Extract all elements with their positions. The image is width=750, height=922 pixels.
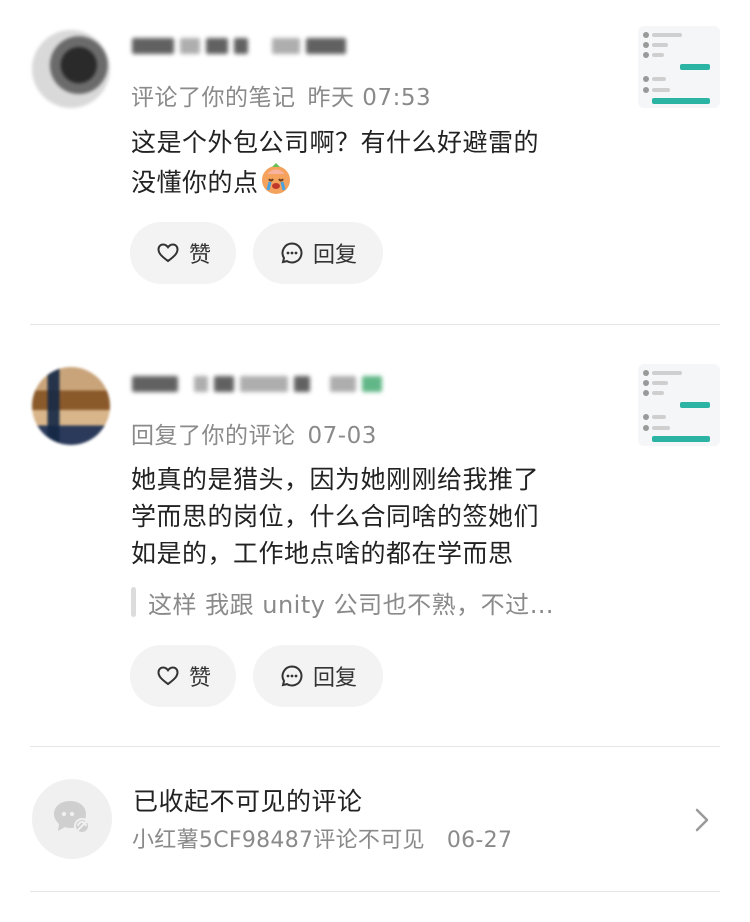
chat-bubble-icon xyxy=(279,240,305,266)
username-blurred[interactable] xyxy=(132,374,382,394)
like-button[interactable]: 赞 xyxy=(130,222,236,284)
hidden-comments-desc: 小红薯5CF98487评论不可见 xyxy=(132,828,425,853)
comment-line: 学而思的岗位，什么合同啥的签她们 xyxy=(131,502,540,531)
hidden-comments-row[interactable] xyxy=(0,747,750,892)
hidden-comment-avatar xyxy=(32,779,112,859)
avatar[interactable] xyxy=(32,367,110,445)
like-label: 赞 xyxy=(188,243,211,268)
comment-line: 没懂你的点 xyxy=(131,168,259,197)
chevron-right-icon[interactable] xyxy=(690,805,714,835)
reply-label: 回复 xyxy=(312,666,357,691)
reply-button[interactable]: 回复 xyxy=(253,645,383,707)
heart-icon xyxy=(155,663,181,689)
heart-icon xyxy=(155,240,181,266)
reply-label: 回复 xyxy=(312,243,357,268)
quote-bar xyxy=(131,587,136,617)
hidden-comments-subtitle: 小红薯5CF98487评论不可见 06-27 xyxy=(132,822,512,854)
like-button[interactable]: 赞 xyxy=(130,645,236,707)
chat-bubble-icon xyxy=(279,663,305,689)
notification-item: 评论了你的笔记 昨天 07:53 这是个外包公司啊？有什么好避雷的 没懂你的点 赞… xyxy=(0,0,750,325)
crying-face-icon xyxy=(259,161,293,205)
timestamp: 昨天 07:53 xyxy=(307,85,432,111)
hidden-comments-title: 已收起不可见的评论 xyxy=(133,787,363,816)
timestamp: 07-03 xyxy=(307,423,377,449)
like-label: 赞 xyxy=(188,666,211,691)
note-thumbnail[interactable] xyxy=(638,26,720,108)
reply-button[interactable]: 回复 xyxy=(253,222,383,284)
note-thumbnail[interactable] xyxy=(638,364,720,446)
action-text: 评论了你的笔记 xyxy=(131,85,296,111)
quoted-comment[interactable]: 这样 我跟 unity 公司也不熟，不过… xyxy=(131,585,554,619)
action-text: 回复了你的评论 xyxy=(131,423,296,449)
hidden-chat-icon xyxy=(52,799,92,839)
notification-item: 回复了你的评论 07-03 她真的是猎头，因为她刚刚给我推了 学而思的岗位，什么合… xyxy=(0,325,750,745)
divider xyxy=(30,891,720,892)
avatar[interactable] xyxy=(32,30,110,108)
comment-line: 她真的是猎头，因为她刚刚给我推了 xyxy=(131,465,540,494)
comment-content[interactable]: 这是个外包公司啊？有什么好避雷的 没懂你的点 xyxy=(131,124,621,205)
quote-text: 这样 我跟 unity 公司也不熟，不过… xyxy=(148,590,555,619)
timestamp: 06-27 xyxy=(446,828,513,853)
username-blurred[interactable] xyxy=(132,36,346,56)
notification-action: 回复了你的评论 07-03 xyxy=(131,416,377,450)
comment-line: 如是的，工作地点啥的都在学而思 xyxy=(131,539,514,568)
comment-content[interactable]: 她真的是猎头，因为她刚刚给我推了 学而思的岗位，什么合同啥的签她们 如是的，工作… xyxy=(131,461,621,572)
comment-line: 这是个外包公司啊？有什么好避雷的 xyxy=(131,128,540,157)
notification-action: 评论了你的笔记 昨天 07:53 xyxy=(131,78,431,112)
